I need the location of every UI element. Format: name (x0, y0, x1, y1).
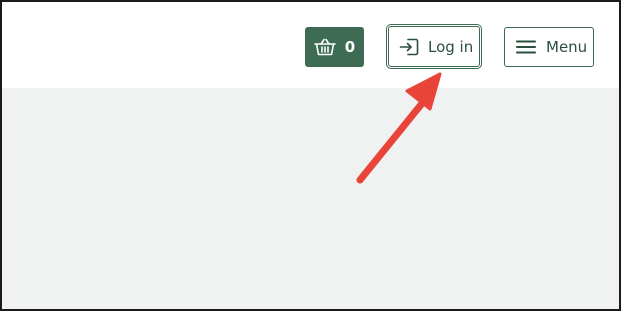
screenshot-frame: 0 Log in Menu (0, 0, 621, 311)
basket-button[interactable]: 0 (305, 27, 364, 67)
site-header: 0 Log in Menu (2, 2, 619, 88)
login-label: Log in (428, 37, 474, 56)
menu-button[interactable]: Menu (504, 27, 594, 67)
login-icon (399, 38, 419, 56)
login-button[interactable]: Log in (386, 24, 482, 69)
menu-label: Menu (546, 38, 588, 56)
main-content-area (2, 88, 619, 309)
basket-count: 0 (344, 38, 356, 56)
basket-icon (313, 38, 336, 56)
hamburger-icon (516, 40, 536, 54)
